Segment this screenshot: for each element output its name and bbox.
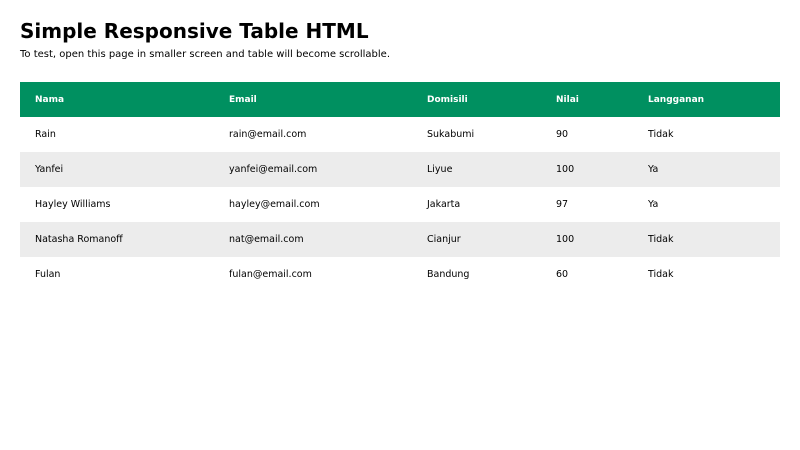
- cell-nama: Yanfei: [20, 152, 214, 187]
- cell-email: hayley@email.com: [229, 199, 320, 210]
- cell-email: fulan@email.com: [229, 269, 312, 280]
- table-body: Rain rain@email.com Sukabumi 90 Tidak Ya…: [20, 117, 780, 292]
- cell-nama: Hayley Williams: [35, 199, 111, 210]
- cell-domisili: Sukabumi: [427, 129, 475, 140]
- cell-langganan: Tidak: [633, 222, 780, 257]
- cell-email: yanfei@email.com: [214, 152, 412, 187]
- page-title: Simple Responsive Table HTML: [20, 19, 369, 43]
- cell-nama: Rain: [35, 129, 56, 140]
- cell-domisili: Bandung: [427, 269, 470, 280]
- cell-domisili: Cianjur: [412, 222, 541, 257]
- table-row: Fulan fulan@email.com Bandung 60 Tidak: [20, 257, 780, 292]
- cell-nilai: 97: [556, 199, 569, 210]
- cell-domisili: Liyue: [412, 152, 541, 187]
- cell-nilai: 100: [541, 152, 633, 187]
- table-row: Rain rain@email.com Sukabumi 90 Tidak: [20, 117, 780, 152]
- cell-nilai: 90: [556, 129, 569, 140]
- page-subtitle: To test, open this page in smaller scree…: [20, 49, 391, 60]
- cell-nama: Natasha Romanoff: [20, 222, 214, 257]
- table-row: Yanfei yanfei@email.com Liyue 100 Ya: [20, 152, 780, 187]
- table-scroll-container[interactable]: Nama Email Domisili Nilai Langganan Rain…: [20, 82, 780, 292]
- table-row: Natasha Romanoff nat@email.com Cianjur 1…: [20, 222, 780, 257]
- cell-langganan: Ya: [648, 199, 659, 210]
- column-header-langganan: Langganan: [633, 82, 780, 117]
- column-header-nilai: Nilai: [541, 82, 633, 117]
- cell-email: rain@email.com: [229, 129, 307, 140]
- column-header-domisili: Domisili: [412, 82, 541, 117]
- table-row: Hayley Williams hayley@email.com Jakarta…: [20, 187, 780, 222]
- cell-langganan: Tidak: [648, 129, 674, 140]
- cell-langganan: Tidak: [648, 269, 674, 280]
- cell-domisili: Jakarta: [427, 199, 461, 210]
- cell-nilai: 100: [541, 222, 633, 257]
- column-header-email: Email: [214, 82, 412, 117]
- cell-nilai: 60: [556, 269, 569, 280]
- cell-nama: Fulan: [35, 269, 61, 280]
- table-header-row: Nama Email Domisili Nilai Langganan: [20, 82, 780, 117]
- page: Simple Responsive Table HTML To test, op…: [0, 0, 800, 450]
- data-table: Nama Email Domisili Nilai Langganan Rain…: [20, 82, 780, 292]
- table-header: Nama Email Domisili Nilai Langganan: [20, 82, 780, 117]
- cell-langganan: Ya: [633, 152, 780, 187]
- cell-email: nat@email.com: [214, 222, 412, 257]
- column-header-nama: Nama: [20, 82, 214, 117]
